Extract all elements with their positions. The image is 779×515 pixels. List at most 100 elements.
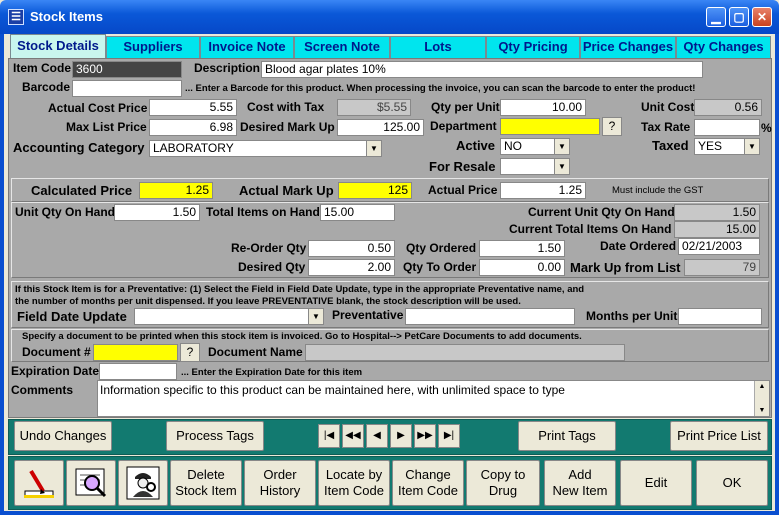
locate-line1: Locate by	[325, 467, 383, 482]
tax-rate-label: Tax Rate	[641, 120, 691, 134]
scroll-down-icon[interactable]: ▼	[755, 405, 769, 416]
item-code-field[interactable]: 3600	[72, 61, 182, 78]
department-label: Department	[430, 119, 497, 133]
comments-text: Information specific to this product can…	[100, 383, 565, 397]
actual-price-label: Actual Price	[428, 183, 498, 197]
cost-with-tax-label: Cost with Tax	[247, 100, 325, 114]
chevron-down-icon[interactable]: ▼	[366, 141, 381, 156]
tab-stock-details[interactable]: Stock Details	[10, 34, 106, 60]
active-select[interactable]: NO ▼	[500, 138, 570, 155]
print-tags-button[interactable]: Print Tags	[518, 421, 616, 451]
desired-qty-label: Desired Qty	[238, 260, 306, 274]
tax-rate-field[interactable]	[694, 119, 760, 136]
tab-suppliers[interactable]: Suppliers	[106, 36, 200, 58]
pencil-write-icon[interactable]	[14, 460, 64, 506]
accounting-category-select[interactable]: LABORATORY ▼	[149, 140, 382, 157]
taxed-select[interactable]: YES ▼	[694, 138, 760, 155]
description-field[interactable]: Blood agar plates 10%	[261, 61, 703, 78]
actual-price-field[interactable]: 1.25	[500, 182, 586, 199]
copy-to-drug-button[interactable]: Copy to Drug	[466, 460, 540, 506]
add-new-item-button[interactable]: Add New Item	[544, 460, 616, 506]
description-label: Description	[194, 61, 261, 75]
date-ordered-field[interactable]: 02/21/2003	[678, 238, 760, 255]
close-icon[interactable]: ✕	[752, 7, 772, 27]
calculated-price-label: Calculated Price	[31, 183, 133, 198]
qty-ordered-field[interactable]: 1.50	[479, 240, 565, 257]
department-lookup-button[interactable]: ?	[602, 117, 622, 136]
qty-to-order-field[interactable]: 0.00	[479, 259, 565, 276]
tab-qty-changes[interactable]: Qty Changes	[676, 36, 771, 58]
order-line2: History	[259, 483, 301, 498]
max-list-price-label: Max List Price	[66, 120, 147, 134]
document-lookup-button[interactable]: ?	[180, 343, 200, 362]
tab-screen-note[interactable]: Screen Note	[294, 36, 390, 58]
chevron-down-icon[interactable]: ▼	[554, 159, 569, 174]
months-per-unit-field[interactable]	[678, 308, 762, 325]
copy-line1: Copy to	[480, 467, 526, 482]
locate-by-item-code-button[interactable]: Locate by Item Code	[318, 460, 390, 506]
prev-page-icon[interactable]: ◀◀	[342, 424, 364, 448]
preventative-field[interactable]	[405, 308, 575, 325]
next-page-icon[interactable]: ▶▶	[414, 424, 436, 448]
unit-qty-on-hand-label: Unit Qty On Hand	[15, 205, 115, 219]
total-items-on-hand-field[interactable]: 15.00	[320, 204, 395, 221]
print-price-list-button[interactable]: Print Price List	[670, 421, 768, 451]
magnifier-report-icon[interactable]	[66, 460, 116, 506]
next-record-icon[interactable]: ▶	[390, 424, 412, 448]
qty-ordered-label: Qty Ordered	[406, 241, 477, 255]
change-item-code-button[interactable]: Change Item Code	[392, 460, 464, 506]
for-resale-label: For Resale	[429, 159, 496, 174]
order-history-button[interactable]: Order History	[244, 460, 316, 506]
current-unit-qty-label: Current Unit Qty On Hand	[528, 205, 675, 219]
reorder-qty-label: Re-Order Qty	[231, 241, 307, 255]
tab-price-changes[interactable]: Price Changes	[580, 36, 676, 58]
minimize-icon[interactable]: ▁	[706, 7, 726, 27]
field-date-update-label: Field Date Update	[17, 309, 127, 324]
tab-qty-pricing[interactable]: Qty Pricing	[486, 36, 580, 58]
undo-changes-button[interactable]: Undo Changes	[14, 421, 112, 451]
comments-textarea[interactable]: Information specific to this product can…	[97, 380, 770, 417]
department-field[interactable]	[500, 118, 600, 135]
for-resale-select[interactable]: ▼	[500, 158, 570, 175]
expiration-date-field[interactable]	[99, 363, 177, 380]
preventative-note-line1: If this Stock Item is for a Preventative…	[15, 284, 585, 295]
document-no-label: Document #	[22, 345, 91, 359]
maximize-icon[interactable]: ▢	[729, 7, 749, 27]
expiration-date-hint: ... Enter the Expiration Date for this i…	[181, 367, 363, 378]
scroll-up-icon[interactable]: ▲	[755, 381, 769, 392]
chevron-down-icon[interactable]: ▼	[308, 309, 323, 324]
comments-label: Comments	[11, 383, 74, 397]
detective-search-icon[interactable]	[118, 460, 168, 506]
edit-button[interactable]: Edit	[620, 460, 692, 506]
detective-search-icon-svg	[126, 466, 160, 500]
comments-scrollbar[interactable]: ▲ ▼	[754, 381, 769, 416]
tab-invoice-note[interactable]: Invoice Note	[200, 36, 294, 58]
chevron-down-icon[interactable]: ▼	[554, 139, 569, 154]
process-tags-button[interactable]: Process Tags	[166, 421, 264, 451]
chevron-down-icon[interactable]: ▼	[744, 139, 759, 154]
document-name-field	[305, 344, 625, 361]
max-list-price-field[interactable]: 6.98	[149, 119, 237, 136]
tab-lots[interactable]: Lots	[390, 36, 486, 58]
order-line1: Order	[263, 467, 297, 482]
barcode-field[interactable]	[72, 80, 182, 97]
document-no-field[interactable]	[93, 344, 178, 361]
last-record-icon[interactable]: ▶|	[438, 424, 460, 448]
actual-cost-price-field[interactable]: 5.55	[149, 99, 237, 116]
unit-qty-on-hand-field[interactable]: 1.50	[114, 204, 200, 221]
field-date-update-select[interactable]: ▼	[134, 308, 324, 325]
reorder-qty-field[interactable]: 0.50	[308, 240, 395, 257]
prev-record-icon[interactable]: ◀	[366, 424, 388, 448]
ok-button[interactable]: OK	[696, 460, 768, 506]
desired-qty-field[interactable]: 2.00	[308, 259, 395, 276]
barcode-hint: ... Enter a Barcode for this product. Wh…	[185, 83, 696, 94]
accounting-category-value: LABORATORY	[153, 141, 234, 155]
qty-per-unit-field[interactable]: 10.00	[500, 99, 586, 116]
preventative-label: Preventative	[332, 308, 404, 322]
first-record-icon[interactable]: |◀	[318, 424, 340, 448]
barcode-label: Barcode	[22, 80, 71, 94]
gst-note: Must include the GST	[612, 185, 704, 196]
unit-cost-label: Unit Cost	[641, 100, 695, 114]
delete-stock-item-button[interactable]: Delete Stock Item	[170, 460, 242, 506]
desired-mark-up-field[interactable]: 125.00	[337, 119, 424, 136]
